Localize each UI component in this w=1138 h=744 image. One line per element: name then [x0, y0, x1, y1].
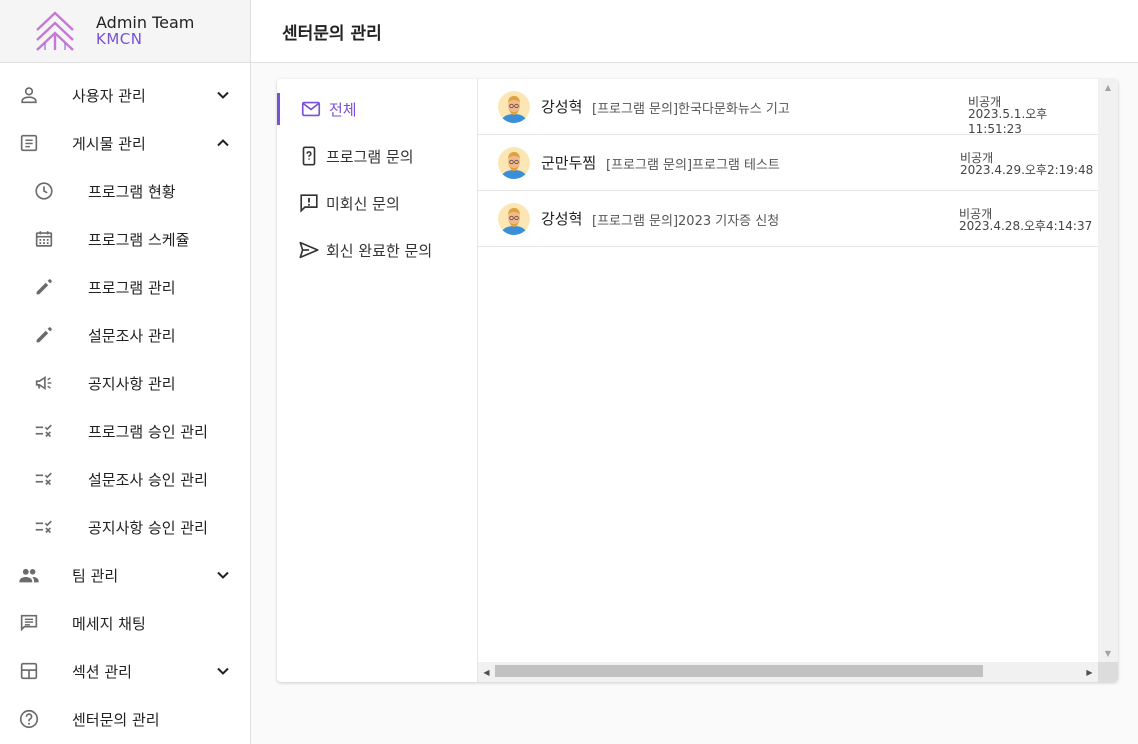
sidebar-item-label: 프로그램 현황 [88, 182, 176, 201]
inquiry-row[interactable]: 강성혁 [프로그램 문의]한국다문화뉴스 기고 비공개 2023.5.1.오후1… [478, 79, 1098, 136]
sidebar-item-notice-manage[interactable]: 공지사항 관리 [0, 359, 250, 407]
inquiry-date: 2023.4.29.오후2:19:48 [960, 163, 1094, 177]
vertical-scrollbar[interactable]: ▲ ▼ [1098, 79, 1118, 662]
sidebar-item-label: 사용자 관리 [72, 86, 146, 105]
sidebar-item-program-schedule[interactable]: 프로그램 스케쥴 [0, 215, 250, 263]
avatar [498, 203, 530, 235]
inquiry-row[interactable]: 강성혁 [프로그램 문의]2023 기자증 신청 비공개 2023.4.28.오… [478, 191, 1098, 247]
sidebar-item-label: 센터문의 관리 [72, 710, 160, 729]
brand-title: Admin Team [96, 13, 195, 32]
article-icon [17, 131, 41, 155]
sidebar-nav: 사용자 관리 게시물 관리 프로그램 현황 프로그램 스케쥴 프로그램 관리 설… [0, 71, 250, 743]
sidebar: Admin Team KMCN 사용자 관리 게시물 관리 프로그램 현황 프로… [0, 0, 251, 744]
sidebar-item-label: 공지사항 관리 [88, 374, 176, 393]
sidebar-item-label: 프로그램 스케쥴 [88, 230, 190, 249]
category-label: 회신 완료한 문의 [326, 241, 433, 260]
sidebar-item-label: 설문조사 승인 관리 [88, 470, 208, 489]
scroll-up-arrow-icon[interactable]: ▲ [1098, 79, 1118, 96]
people-icon [17, 563, 41, 587]
scroll-down-arrow-icon[interactable]: ▼ [1098, 645, 1118, 662]
sidebar-item-label: 프로그램 관리 [88, 278, 176, 297]
category-label: 전체 [329, 100, 357, 119]
sidebar-item-label: 메세지 채팅 [72, 614, 146, 633]
pencil-icon [32, 275, 56, 299]
scroll-left-arrow-icon[interactable]: ◀ [478, 662, 495, 682]
inquiry-date: 2023.4.28.오후4:14:37 [959, 219, 1093, 233]
inquiry-subject: [프로그램 문의]2023 기자증 신청 [592, 214, 780, 229]
sidebar-item-sections[interactable]: 섹션 관리 [0, 647, 250, 695]
sidebar-item-posts[interactable]: 게시물 관리 [0, 119, 250, 167]
sidebar-item-label: 게시물 관리 [72, 134, 146, 153]
category-all[interactable]: 전체 [277, 89, 477, 129]
clock-icon [32, 179, 56, 203]
inquiry-list: 강성혁 [프로그램 문의]한국다문화뉴스 기고 비공개 2023.5.1.오후1… [478, 79, 1098, 662]
inquiry-date: 2023.5.1.오후11:51:23 [968, 107, 1048, 136]
sidebar-item-label: 팀 관리 [72, 566, 119, 585]
avatar [498, 147, 530, 179]
sidebar-item-chat[interactable]: 메세지 채팅 [0, 599, 250, 647]
pencil-icon [32, 323, 56, 347]
sidebar-item-notice-approval[interactable]: 공지사항 승인 관리 [0, 503, 250, 551]
category-label: 프로그램 문의 [326, 147, 414, 166]
sidebar-item-label: 섹션 관리 [72, 662, 132, 681]
sidebar-item-team[interactable]: 팀 관리 [0, 551, 250, 599]
category-program-inquiry[interactable]: 프로그램 문의 [277, 136, 477, 176]
inquiry-subject: [프로그램 문의]한국다문화뉴스 기고 [592, 102, 790, 117]
category-unanswered[interactable]: 미회신 문의 [277, 183, 477, 223]
horizontal-scroll-thumb[interactable] [495, 665, 983, 677]
phone-question-icon [297, 144, 321, 168]
topbar: 센터문의 관리 [251, 0, 1138, 63]
brand[interactable]: Admin Team KMCN [0, 0, 250, 63]
sidebar-item-survey-approval[interactable]: 설문조사 승인 관리 [0, 455, 250, 503]
horizontal-scrollbar[interactable]: ◀ ▶ [478, 662, 1098, 682]
chevron-down-icon[interactable] [211, 659, 235, 683]
send-icon [297, 238, 321, 262]
scroll-right-arrow-icon[interactable]: ▶ [1081, 662, 1098, 682]
sidebar-item-center-inquiry[interactable]: 센터문의 관리 [0, 695, 250, 743]
sidebar-item-program-status[interactable]: 프로그램 현황 [0, 167, 250, 215]
category-label: 미회신 문의 [326, 194, 400, 213]
layout-icon [17, 659, 41, 683]
sidebar-item-survey-manage[interactable]: 설문조사 관리 [0, 311, 250, 359]
sidebar-item-label: 설문조사 관리 [88, 326, 176, 345]
sidebar-item-users[interactable]: 사용자 관리 [0, 71, 250, 119]
kmcn-logo-icon [36, 11, 74, 51]
category-answered[interactable]: 회신 완료한 문의 [277, 230, 477, 270]
sidebar-item-label: 공지사항 승인 관리 [88, 518, 208, 537]
chevron-down-icon[interactable] [211, 563, 235, 587]
calendar-icon [32, 227, 56, 251]
sidebar-item-program-approval[interactable]: 프로그램 승인 관리 [0, 407, 250, 455]
checklist-icon [32, 515, 56, 539]
chat-icon [17, 611, 41, 635]
inquiry-subject: [프로그램 문의]프로그램 테스트 [606, 158, 780, 173]
page-title: 센터문의 관리 [282, 23, 382, 44]
checklist-icon [32, 467, 56, 491]
feedback-icon [297, 191, 321, 215]
sidebar-item-label: 프로그램 승인 관리 [88, 422, 208, 441]
person-icon [17, 83, 41, 107]
chevron-up-icon[interactable] [211, 131, 235, 155]
category-panel: 전체 프로그램 문의 미회신 문의 회신 완료한 문의 [277, 79, 478, 682]
inquiry-author: 강성혁 [541, 98, 583, 116]
mail-icon [299, 97, 323, 121]
megaphone-icon [32, 371, 56, 395]
inquiry-author: 군만두찜 [541, 154, 597, 172]
help-circle-icon [17, 707, 41, 731]
inquiry-row[interactable]: 군만두찜 [프로그램 문의]프로그램 테스트 비공개 2023.4.29.오후2… [478, 135, 1098, 191]
checklist-icon [32, 419, 56, 443]
inquiry-author: 강성혁 [541, 210, 583, 228]
avatar [498, 91, 530, 123]
scrollbar-corner [1098, 662, 1118, 682]
inquiry-card: 전체 프로그램 문의 미회신 문의 회신 완료한 문의 강성혁 [프로그램 문의… [277, 79, 1118, 682]
sidebar-item-program-manage[interactable]: 프로그램 관리 [0, 263, 250, 311]
brand-subtitle: KMCN [96, 30, 143, 48]
chevron-down-icon[interactable] [211, 83, 235, 107]
